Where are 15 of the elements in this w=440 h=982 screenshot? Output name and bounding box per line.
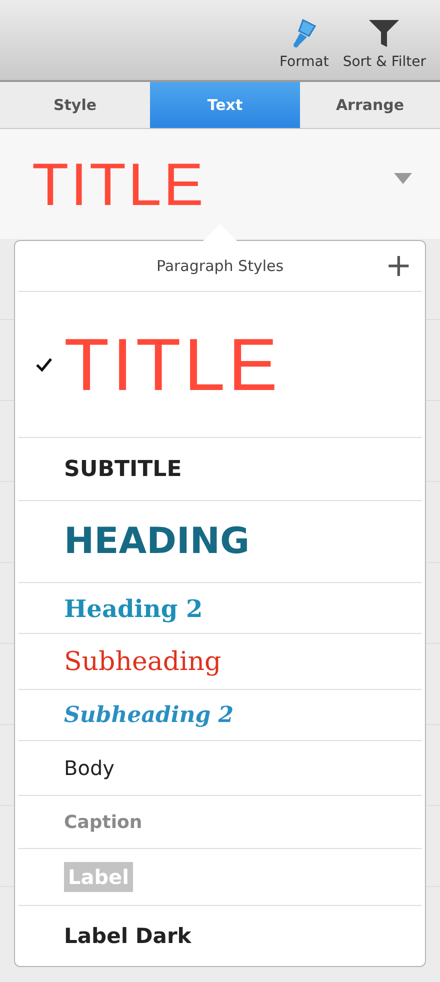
paragraph-style-item[interactable]: Label Dark	[64, 924, 192, 948]
dropdown-arrow-icon[interactable]	[394, 173, 412, 185]
paragraph-style-item[interactable]: TITLE	[64, 322, 280, 407]
paragraph-style-item[interactable]: Body	[64, 756, 114, 780]
paragraph-style-item[interactable]: SUBTITLE	[64, 456, 182, 482]
tab[interactable]: Text	[150, 82, 300, 128]
paragraph-style-item[interactable]: Subheading	[64, 646, 222, 676]
popover-title: Paragraph Styles	[156, 257, 284, 275]
format-button[interactable]: Format	[279, 16, 329, 70]
paragraph-style-item[interactable]: Caption	[64, 812, 142, 832]
paragraph-style-item[interactable]: Subheading 2	[64, 702, 234, 728]
paragraph-style-item[interactable]: HEADING	[64, 521, 250, 562]
paragraph-style-item[interactable]: Heading 2	[64, 594, 203, 622]
sort-filter-button[interactable]: Sort & Filter	[342, 16, 426, 70]
add-style-button[interactable]: +	[385, 251, 412, 279]
